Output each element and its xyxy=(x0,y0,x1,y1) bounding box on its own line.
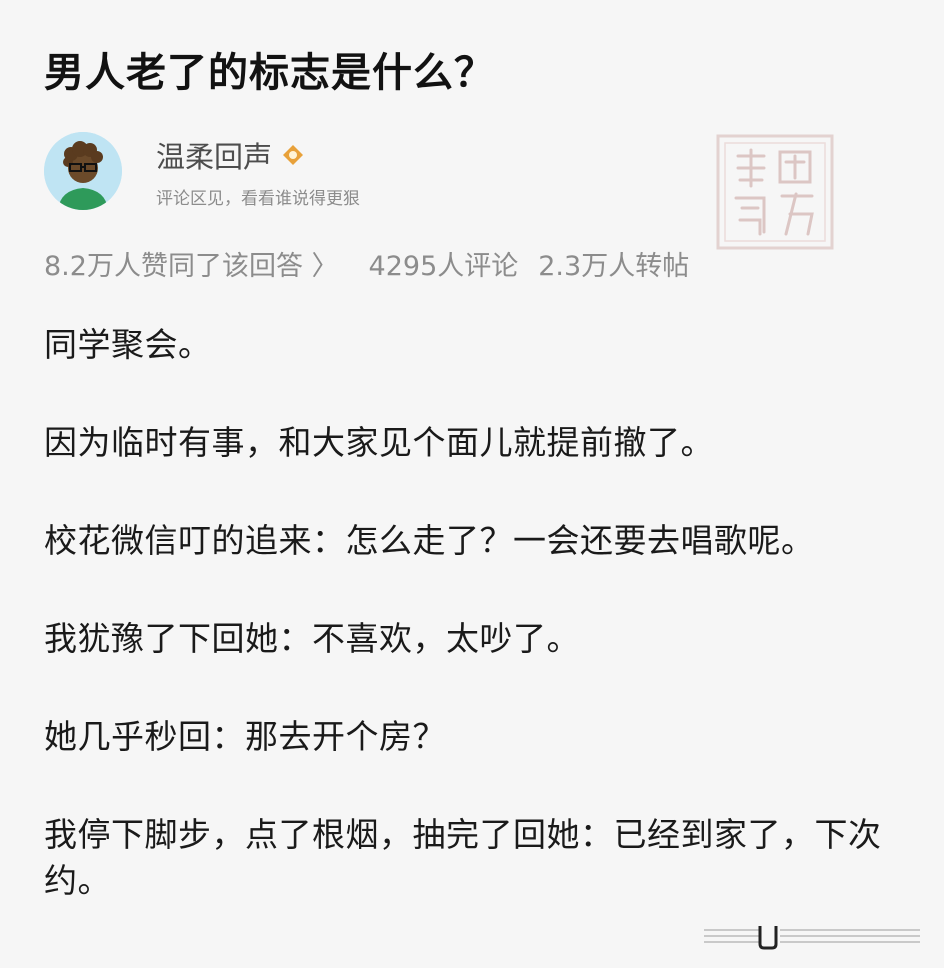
seal-stamp-icon xyxy=(716,134,834,250)
avatar[interactable] xyxy=(44,132,122,210)
badge-icon xyxy=(283,144,304,165)
answer-paragraph: 校花微信叮的追来：怎么走了？一会还要去唱歌呢。 xyxy=(44,521,815,560)
answer-paragraph: 我停下脚步，点了根烟，抽完了回她：已经到家了，下次约。 xyxy=(44,815,882,900)
answer-content: 同学聚会。 因为临时有事，和大家见个面儿就提前撤了。 校花微信叮的追来：怎么走了… xyxy=(44,322,900,956)
author-bio: 评论区见，看看谁说得更狠 xyxy=(156,188,360,209)
likes-link[interactable]: 8.2万人赞同了该回答 〉 xyxy=(44,244,339,283)
author-name-line: 温柔回声 xyxy=(156,134,360,176)
author-row: 温柔回声 评论区见，看看谁说得更狠 xyxy=(44,132,360,210)
stats-row: 8.2万人赞同了该回答 〉 4295人评论 2.3万人转帖 xyxy=(44,244,689,283)
answer-paragraph: 同学聚会。 xyxy=(44,325,212,364)
answer-paragraph: 因为临时有事，和大家见个面儿就提前撤了。 xyxy=(44,423,714,462)
avatar-cartoon-icon xyxy=(44,132,122,210)
scroll-indicator-icon[interactable] xyxy=(700,920,930,952)
author-name[interactable]: 温柔回声 xyxy=(156,134,272,176)
comments-link[interactable]: 4295人评论 xyxy=(369,244,519,283)
author-info: 温柔回声 评论区见，看看谁说得更狠 xyxy=(156,134,360,209)
answer-paragraph: 我犹豫了下回她：不喜欢，太吵了。 xyxy=(44,619,580,658)
answer-paragraph: 她几乎秒回：那去开个房？ xyxy=(44,717,446,756)
question-title[interactable]: 男人老了的标志是什么？ xyxy=(44,40,495,98)
reposts-link[interactable]: 2.3万人转帖 xyxy=(538,244,689,283)
answer-page: 男人老了的标志是什么？ 温柔回声 评论区见，看看谁说得更狠 8.2万人赞同了该回… xyxy=(0,0,944,968)
